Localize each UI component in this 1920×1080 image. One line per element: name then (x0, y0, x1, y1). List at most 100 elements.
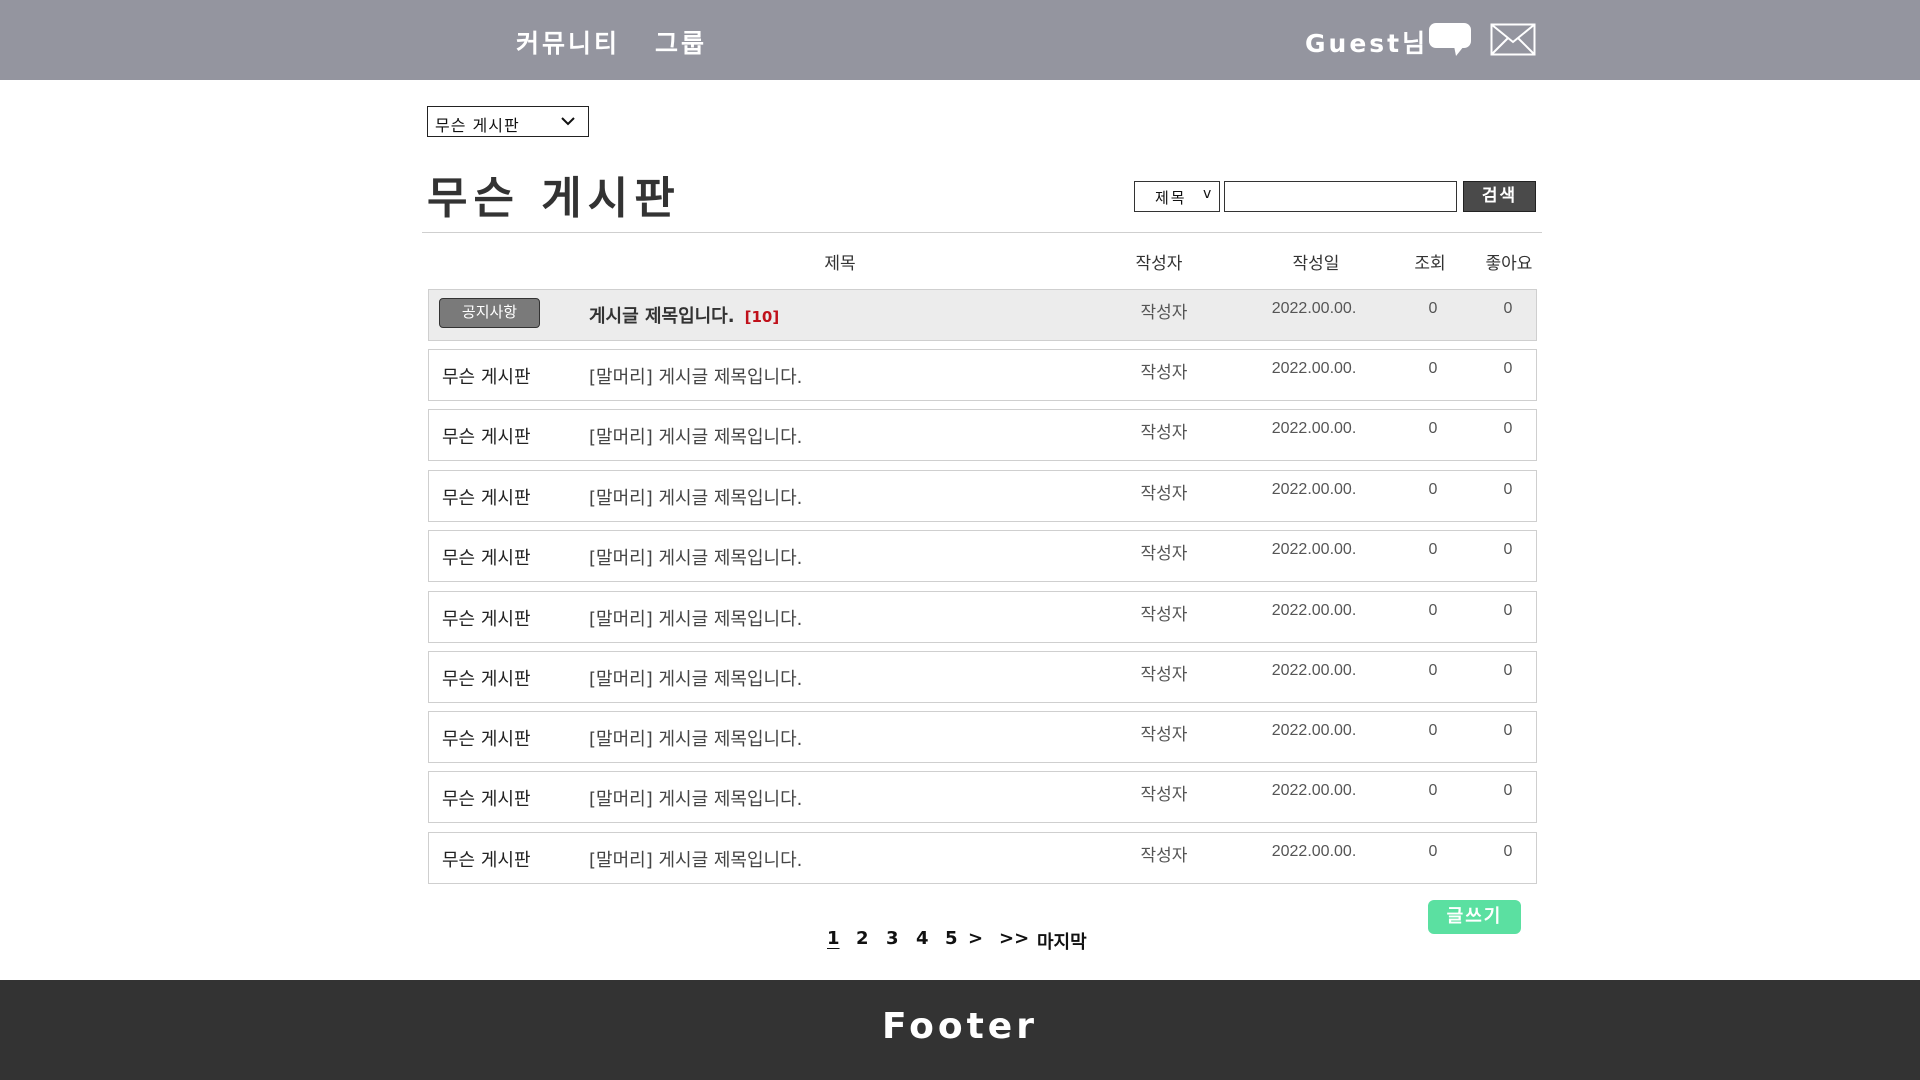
user-greeting[interactable]: Guest님 (1305, 24, 1428, 60)
page-link-1[interactable]: 1 (827, 928, 840, 949)
author-cell: 작성자 (1140, 665, 1188, 685)
board-select[interactable]: 무슨 게시판 (427, 106, 589, 137)
table-row[interactable]: 무슨 게시판 [말머리] 게시글 제목입니다. 작성자 2022.00.00. … (428, 591, 1537, 643)
column-date: 작성일 (1292, 254, 1340, 274)
table-row[interactable]: 무슨 게시판 [말머리] 게시글 제목입니다. 작성자 2022.00.00. … (428, 711, 1537, 763)
column-title: 제목 (824, 254, 856, 274)
nav-community[interactable]: 커뮤니티 (516, 24, 620, 60)
likes-cell: 0 (1503, 420, 1513, 437)
table-row[interactable]: 무슨 게시판 [말머리] 게시글 제목입니다. 작성자 2022.00.00. … (428, 409, 1537, 461)
views-cell: 0 (1428, 843, 1438, 860)
author-cell: 작성자 (1140, 785, 1188, 805)
likes-cell: 0 (1503, 300, 1513, 317)
top-header: 커뮤니티 그룹 Guest님 (0, 0, 1920, 80)
mail-icon[interactable] (1490, 23, 1536, 56)
search-field-value: 제목 (1155, 189, 1187, 207)
likes-cell: 0 (1503, 360, 1513, 377)
title-cell[interactable]: [말머리] 게시글 제목입니다. (589, 665, 802, 691)
likes-cell: 0 (1503, 602, 1513, 619)
title-cell[interactable]: [말머리] 게시글 제목입니다. (589, 544, 802, 570)
date-cell: 2022.00.00. (1271, 420, 1357, 437)
date-cell: 2022.00.00. (1271, 602, 1357, 619)
author-cell: 작성자 (1140, 484, 1188, 504)
page-link-4[interactable]: 4 (916, 928, 929, 949)
author-cell: 작성자 (1140, 605, 1188, 625)
date-cell: 2022.00.00. (1271, 541, 1357, 558)
page-next-block[interactable]: >> (999, 928, 1029, 949)
comment-count: [10] (744, 308, 780, 326)
date-cell: 2022.00.00. (1271, 360, 1357, 377)
author-cell: 작성자 (1140, 725, 1188, 745)
chat-bubble-icon[interactable] (1428, 22, 1472, 58)
search-button[interactable]: 검색 (1463, 181, 1536, 212)
notice-badge[interactable]: 공지사항 (439, 298, 540, 328)
title-cell[interactable]: [말머리] 게시글 제목입니다. (589, 363, 802, 389)
page-link-5[interactable]: 5 (945, 928, 958, 949)
date-cell: 2022.00.00. (1271, 782, 1357, 799)
views-cell: 0 (1428, 541, 1438, 558)
author-cell: 작성자 (1140, 846, 1188, 866)
page-link-3[interactable]: 3 (886, 928, 899, 949)
date-cell: 2022.00.00. (1271, 300, 1357, 317)
page-next[interactable]: > (968, 928, 983, 949)
likes-cell: 0 (1503, 722, 1513, 739)
author-cell: 작성자 (1140, 544, 1188, 564)
table-row[interactable]: 무슨 게시판 [말머리] 게시글 제목입니다. 작성자 2022.00.00. … (428, 651, 1537, 703)
category-cell: 무슨 게시판 (442, 609, 531, 630)
views-cell: 0 (1428, 662, 1438, 679)
title-cell[interactable]: [말머리] 게시글 제목입니다. (589, 423, 802, 449)
search-field-select[interactable]: 제목 v (1134, 181, 1220, 212)
column-views: 조회 (1414, 254, 1446, 274)
views-cell: 0 (1428, 481, 1438, 498)
title-cell[interactable]: [말머리] 게시글 제목입니다. (589, 785, 802, 811)
table-row[interactable]: 무슨 게시판 [말머리] 게시글 제목입니다. 작성자 2022.00.00. … (428, 470, 1537, 522)
likes-cell: 0 (1503, 541, 1513, 558)
select-caret: v (1203, 186, 1212, 202)
author-cell: 작성자 (1140, 303, 1188, 323)
table-row[interactable]: 무슨 게시판 [말머리] 게시글 제목입니다. 작성자 2022.00.00. … (428, 530, 1537, 582)
column-likes: 좋아요 (1485, 254, 1533, 274)
nav-group[interactable]: 그룹 (655, 24, 707, 60)
title-cell[interactable]: [말머리] 게시글 제목입니다. (589, 846, 802, 872)
table-row[interactable]: 무슨 게시판 [말머리] 게시글 제목입니다. 작성자 2022.00.00. … (428, 832, 1537, 884)
likes-cell: 0 (1503, 481, 1513, 498)
category-cell: 무슨 게시판 (442, 367, 531, 388)
title-cell[interactable]: [말머리] 게시글 제목입니다. (589, 725, 802, 751)
category-cell: 무슨 게시판 (442, 488, 531, 509)
likes-cell: 0 (1503, 662, 1513, 679)
category-cell: 무슨 게시판 (442, 789, 531, 810)
title-cell[interactable]: [말머리] 게시글 제목입니다. (589, 605, 802, 631)
category-cell: 무슨 게시판 (442, 850, 531, 871)
page-link-2[interactable]: 2 (856, 928, 869, 949)
views-cell: 0 (1428, 782, 1438, 799)
date-cell: 2022.00.00. (1271, 481, 1357, 498)
date-cell: 2022.00.00. (1271, 843, 1357, 860)
notice-title: 게시글 제목입니다. (589, 306, 735, 327)
write-post-button[interactable]: 글쓰기 (1428, 900, 1521, 934)
table-row[interactable]: 무슨 게시판 [말머리] 게시글 제목입니다. 작성자 2022.00.00. … (428, 771, 1537, 823)
views-cell: 0 (1428, 722, 1438, 739)
page-last[interactable]: 마지막 (1037, 928, 1087, 954)
footer-text: Footer (882, 1006, 1038, 1047)
category-cell: 무슨 게시판 (442, 669, 531, 690)
views-cell: 0 (1428, 360, 1438, 377)
table-row[interactable]: 무슨 게시판 [말머리] 게시글 제목입니다. 작성자 2022.00.00. … (428, 349, 1537, 401)
board-select-value: 무슨 게시판 (435, 116, 520, 135)
views-cell: 0 (1428, 420, 1438, 437)
category-cell: 무슨 게시판 (442, 548, 531, 569)
column-author: 작성자 (1135, 254, 1183, 274)
category-cell: 무슨 게시판 (442, 729, 531, 750)
page-title: 무슨 게시판 (427, 173, 681, 224)
date-cell: 2022.00.00. (1271, 722, 1357, 739)
views-cell: 0 (1428, 602, 1438, 619)
author-cell: 작성자 (1140, 423, 1188, 443)
chevron-down-icon (561, 117, 575, 126)
views-cell: 0 (1428, 300, 1438, 317)
notice-row[interactable]: 공지사항 게시글 제목입니다. [10] 작성자 2022.00.00. 0 0 (428, 289, 1537, 341)
divider (422, 232, 1542, 233)
author-cell: 작성자 (1140, 363, 1188, 383)
likes-cell: 0 (1503, 843, 1513, 860)
title-cell[interactable]: [말머리] 게시글 제목입니다. (589, 484, 802, 510)
search-input[interactable] (1224, 181, 1457, 212)
notice-title-cell[interactable]: 게시글 제목입니다. [10] (589, 302, 779, 328)
